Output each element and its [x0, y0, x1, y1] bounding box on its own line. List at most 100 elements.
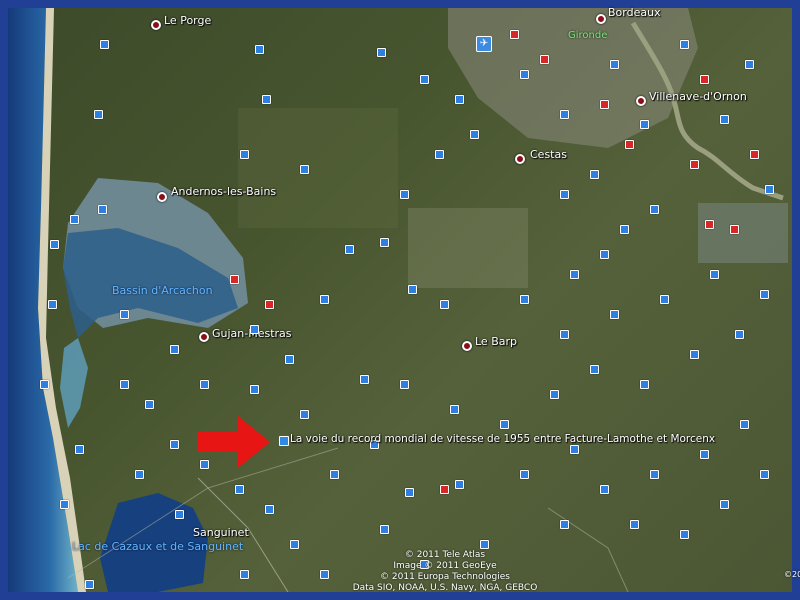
poi-photo-icon[interactable] — [265, 505, 274, 514]
photo-marker-icon[interactable] — [279, 436, 289, 446]
poi-photo-icon[interactable] — [170, 440, 179, 449]
poi-photo-icon[interactable] — [470, 130, 479, 139]
poi-photo-icon[interactable] — [85, 580, 94, 589]
poi-photo-icon[interactable] — [640, 380, 649, 389]
poi-photo-icon[interactable] — [625, 140, 634, 149]
place-label-cestas[interactable]: Cestas — [530, 148, 567, 161]
poi-photo-icon[interactable] — [690, 350, 699, 359]
poi-photo-icon[interactable] — [285, 355, 294, 364]
poi-photo-icon[interactable] — [94, 110, 103, 119]
poi-photo-icon[interactable] — [400, 190, 409, 199]
river-label-gironde[interactable]: Gironde — [568, 30, 607, 41]
poi-photo-icon[interactable] — [240, 570, 249, 579]
poi-photo-icon[interactable] — [345, 245, 354, 254]
poi-photo-icon[interactable] — [680, 40, 689, 49]
water-label-lac[interactable]: Lac de Cazaux et de Sanguinet — [72, 540, 243, 553]
poi-photo-icon[interactable] — [60, 500, 69, 509]
poi-photo-icon[interactable] — [730, 225, 739, 234]
poi-photo-icon[interactable] — [520, 295, 529, 304]
water-label-bassin[interactable]: Bassin d'Arcachon — [112, 284, 213, 297]
poi-photo-icon[interactable] — [262, 95, 271, 104]
poi-photo-icon[interactable] — [48, 300, 57, 309]
poi-photo-icon[interactable] — [250, 325, 259, 334]
poi-photo-icon[interactable] — [520, 70, 529, 79]
record-track-label[interactable]: La voie du record mondial de vitesse de … — [290, 433, 715, 445]
poi-photo-icon[interactable] — [630, 520, 639, 529]
poi-photo-icon[interactable] — [40, 380, 49, 389]
city-marker[interactable] — [596, 14, 606, 24]
poi-photo-icon[interactable] — [408, 285, 417, 294]
city-marker[interactable] — [462, 341, 472, 351]
city-marker[interactable] — [199, 332, 209, 342]
poi-photo-icon[interactable] — [135, 470, 144, 479]
poi-photo-icon[interactable] — [320, 570, 329, 579]
poi-photo-icon[interactable] — [500, 420, 509, 429]
poi-photo-icon[interactable] — [170, 345, 179, 354]
city-marker[interactable] — [636, 96, 646, 106]
poi-photo-icon[interactable] — [600, 250, 609, 259]
poi-photo-icon[interactable] — [600, 100, 609, 109]
poi-photo-icon[interactable] — [745, 60, 754, 69]
poi-photo-icon[interactable] — [455, 95, 464, 104]
poi-photo-icon[interactable] — [765, 185, 774, 194]
poi-photo-icon[interactable] — [200, 380, 209, 389]
poi-photo-icon[interactable] — [250, 385, 259, 394]
poi-photo-icon[interactable] — [380, 238, 389, 247]
poi-photo-icon[interactable] — [600, 485, 609, 494]
place-label-andernos[interactable]: Andernos-les-Bains — [171, 185, 276, 198]
poi-photo-icon[interactable] — [480, 540, 489, 549]
poi-photo-icon[interactable] — [570, 270, 579, 279]
poi-photo-icon[interactable] — [98, 205, 107, 214]
poi-photo-icon[interactable] — [720, 500, 729, 509]
poi-photo-icon[interactable] — [120, 310, 129, 319]
poi-photo-icon[interactable] — [510, 30, 519, 39]
poi-photo-icon[interactable] — [420, 75, 429, 84]
poi-photo-icon[interactable] — [450, 405, 459, 414]
poi-photo-icon[interactable] — [380, 525, 389, 534]
poi-photo-icon[interactable] — [145, 400, 154, 409]
poi-photo-icon[interactable] — [70, 215, 79, 224]
poi-photo-icon[interactable] — [700, 75, 709, 84]
poi-photo-icon[interactable] — [760, 290, 769, 299]
poi-photo-icon[interactable] — [690, 160, 699, 169]
poi-photo-icon[interactable] — [700, 450, 709, 459]
city-marker[interactable] — [157, 192, 167, 202]
poi-photo-icon[interactable] — [320, 295, 329, 304]
poi-photo-icon[interactable] — [610, 310, 619, 319]
city-marker[interactable] — [515, 154, 525, 164]
poi-photo-icon[interactable] — [720, 115, 729, 124]
poi-photo-icon[interactable] — [300, 410, 309, 419]
poi-photo-icon[interactable] — [100, 40, 109, 49]
poi-photo-icon[interactable] — [230, 275, 239, 284]
place-label-sanguinet[interactable]: Sanguinet — [193, 526, 249, 539]
poi-photo-icon[interactable] — [560, 190, 569, 199]
poi-photo-icon[interactable] — [255, 45, 264, 54]
poi-photo-icon[interactable] — [735, 330, 744, 339]
poi-photo-icon[interactable] — [590, 365, 599, 374]
poi-photo-icon[interactable] — [620, 225, 629, 234]
place-label-villenave[interactable]: Villenave-d'Ornon — [649, 90, 747, 103]
poi-photo-icon[interactable] — [120, 380, 129, 389]
poi-photo-icon[interactable] — [520, 470, 529, 479]
poi-photo-icon[interactable] — [377, 48, 386, 57]
place-label-le-porge[interactable]: Le Porge — [164, 14, 211, 27]
poi-photo-icon[interactable] — [650, 470, 659, 479]
poi-photo-icon[interactable] — [590, 170, 599, 179]
poi-photo-icon[interactable] — [405, 488, 414, 497]
airport-icon[interactable]: ✈ — [476, 36, 492, 52]
place-label-bordeaux[interactable]: Bordeaux — [608, 6, 661, 19]
poi-photo-icon[interactable] — [760, 470, 769, 479]
poi-photo-icon[interactable] — [330, 470, 339, 479]
poi-photo-icon[interactable] — [540, 55, 549, 64]
poi-photo-icon[interactable] — [560, 330, 569, 339]
poi-photo-icon[interactable] — [680, 530, 689, 539]
poi-photo-icon[interactable] — [75, 445, 84, 454]
poi-photo-icon[interactable] — [560, 110, 569, 119]
poi-photo-icon[interactable] — [435, 150, 444, 159]
poi-photo-icon[interactable] — [235, 485, 244, 494]
poi-photo-icon[interactable] — [300, 165, 309, 174]
poi-photo-icon[interactable] — [660, 295, 669, 304]
poi-photo-icon[interactable] — [750, 150, 759, 159]
poi-photo-icon[interactable] — [50, 240, 59, 249]
poi-photo-icon[interactable] — [710, 270, 719, 279]
